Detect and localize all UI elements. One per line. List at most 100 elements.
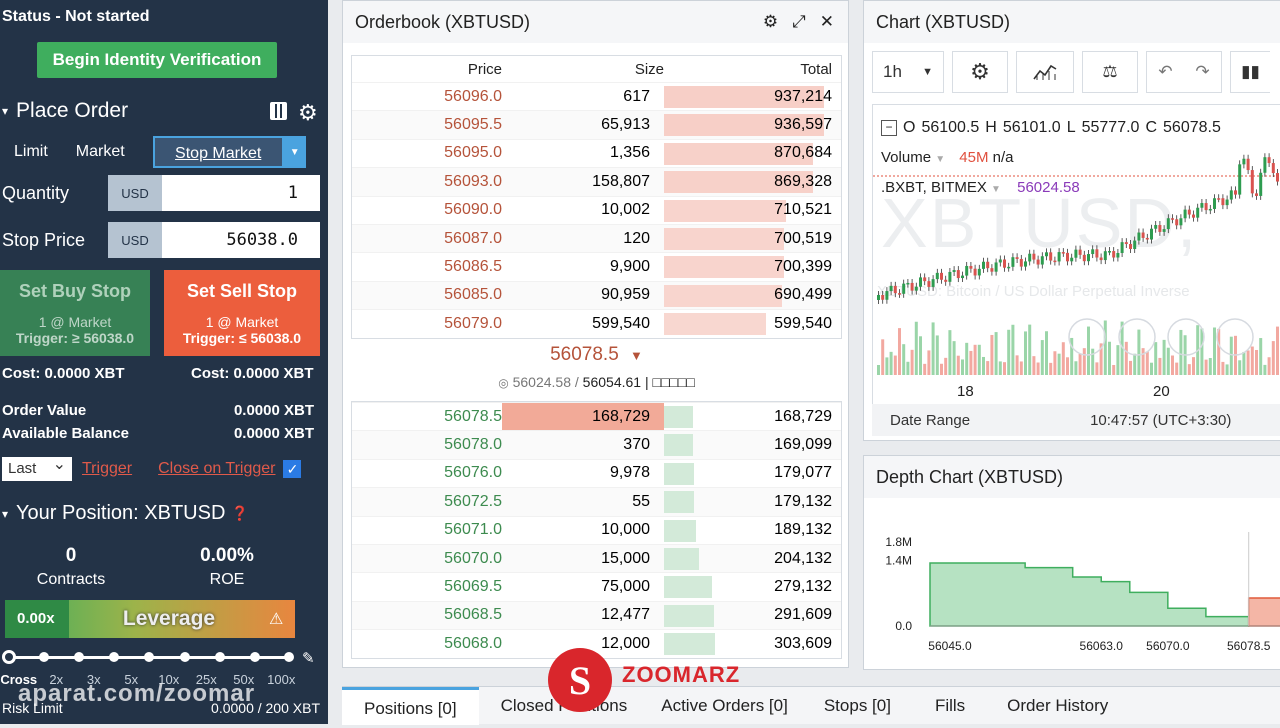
ask-row[interactable]: 56095.0 1,356 870,684 (352, 138, 841, 167)
row-price[interactable]: 56069.5 (352, 578, 502, 596)
row-price[interactable]: 56068.5 (352, 606, 502, 624)
chart-title: Chart (XBTUSD) (864, 1, 1280, 43)
candle (969, 265, 973, 269)
row-price[interactable]: 56090.0 (352, 201, 502, 219)
tab-fills[interactable]: Fills (915, 687, 985, 725)
price-chart[interactable]: XBTUSD, XBTUSD: Bitcoin / US Dollar Perp… (872, 104, 1280, 404)
order-value-label: Order Value (2, 402, 87, 419)
slider-stop[interactable] (180, 652, 190, 662)
row-price[interactable]: 56072.5 (352, 493, 502, 511)
close-on-trigger-checkbox[interactable]: ✓ (283, 460, 302, 478)
volume-bar (1112, 364, 1116, 375)
ask-row[interactable]: 56086.5 9,900 700,399 (352, 252, 841, 280)
ask-row[interactable]: 56087.0 120 700,519 (352, 223, 841, 253)
ask-row[interactable]: 56085.0 90,959 690,499 (352, 280, 841, 310)
row-price[interactable]: 56095.5 (352, 116, 502, 134)
tab-limit[interactable]: Limit (0, 136, 62, 168)
edit-icon[interactable]: ✎ (302, 649, 315, 667)
close-icon[interactable]: ✕ (820, 12, 834, 32)
candle (1263, 157, 1267, 173)
tab-stop-market[interactable]: Stop Market (152, 136, 284, 168)
depth-chart[interactable]: 1.8M 1.4M 0.0 56045.0 56063.0 56070.0 56078.5 (864, 498, 1280, 668)
slider-stop[interactable] (250, 652, 260, 662)
stop-price-input[interactable]: 56038.0 (162, 222, 320, 258)
ask-row[interactable]: 56090.0 10,002 710,521 (352, 195, 841, 224)
candle (1187, 209, 1191, 215)
slider-stop[interactable] (109, 652, 119, 662)
close-on-trigger-link[interactable]: Close on Trigger (158, 460, 275, 478)
slider-stop[interactable] (284, 652, 294, 662)
row-total: 870,684 (664, 140, 840, 167)
begin-verification-button[interactable]: Begin Identity Verification (37, 42, 277, 78)
gear-icon[interactable]: ⚙ (298, 100, 318, 126)
set-buy-stop-button[interactable]: Set Buy Stop 1 @ Market Trigger: ≥ 56038… (0, 270, 150, 356)
chart-settings-button[interactable]: ⚙ (952, 51, 1008, 93)
calculator-icon[interactable] (270, 102, 287, 120)
slider-stop[interactable] (215, 652, 225, 662)
compare-button[interactable]: ⚖ (1082, 51, 1138, 93)
row-price[interactable]: 56078.0 (352, 436, 502, 454)
ask-row[interactable]: 56093.0 158,807 869,328 (352, 167, 841, 196)
tab-order-history[interactable]: Order History (985, 687, 1130, 725)
row-price[interactable]: 56087.0 (352, 230, 502, 248)
row-size: 65,913 (502, 111, 664, 138)
bid-row[interactable]: 56072.5 55 179,132 (352, 487, 841, 516)
row-price[interactable]: 56071.0 (352, 521, 502, 539)
ask-row[interactable]: 56095.5 65,913 936,597 (352, 110, 841, 139)
tab-positions[interactable]: Positions [0] (342, 687, 479, 725)
row-total-value: 189,132 (774, 521, 832, 539)
row-price[interactable]: 56093.0 (352, 173, 502, 191)
row-price[interactable]: 56096.0 (352, 88, 502, 106)
tab-active-orders[interactable]: Active Orders [0] (649, 687, 800, 725)
tab-market[interactable]: Market (62, 136, 139, 168)
candle (1015, 257, 1019, 259)
zoom-out-button[interactable] (1118, 318, 1156, 356)
candle (910, 282, 914, 291)
slider-stop[interactable] (144, 652, 154, 662)
place-order-header[interactable]: ▾ Place Order (0, 99, 128, 123)
undo-icon[interactable]: ↶ (1158, 62, 1172, 82)
collapse-icon[interactable]: − (881, 120, 897, 136)
row-price[interactable]: 56076.0 (352, 464, 502, 482)
slider-stop[interactable] (39, 652, 49, 662)
redo-icon[interactable]: ↷ (1195, 62, 1209, 82)
slider-stop[interactable] (74, 652, 84, 662)
trigger-price-select[interactable]: Last (2, 453, 72, 481)
bid-row[interactable]: 56078.5 168,729 168,729 (352, 402, 841, 431)
row-price[interactable]: 56078.5 (352, 408, 502, 426)
row-size: 168,729 (502, 403, 664, 431)
expand-icon[interactable]: ⤢ (792, 12, 806, 32)
ask-row[interactable]: 56096.0 617 937,214 (352, 82, 841, 110)
tab-stops[interactable]: Stops [0] (800, 687, 915, 725)
bid-row[interactable]: 56069.5 75,000 279,132 (352, 572, 841, 600)
gear-icon[interactable]: ⚙ (763, 12, 778, 32)
row-price[interactable]: 56085.0 (352, 286, 502, 304)
row-price[interactable]: 56086.5 (352, 258, 502, 276)
quantity-input[interactable]: 1 (162, 175, 320, 211)
candle (1112, 251, 1116, 258)
row-size-value: 1,356 (609, 144, 650, 162)
row-price[interactable]: 56068.0 (352, 635, 502, 653)
row-price[interactable]: 56079.0 (352, 315, 502, 333)
bid-row[interactable]: 56071.0 10,000 189,132 (352, 515, 841, 544)
row-price[interactable]: 56095.0 (352, 144, 502, 162)
trigger-link[interactable]: Trigger (82, 460, 132, 478)
position-header[interactable]: ▾ Your Position: XBTUSD ❓ (0, 502, 249, 525)
chart-type-button[interactable]: ▮▮ (1230, 51, 1270, 93)
date-range-button[interactable]: Date Range (890, 412, 970, 429)
indicators-button[interactable] (1016, 51, 1074, 93)
row-price[interactable]: 56070.0 (352, 550, 502, 568)
leverage-bar[interactable]: 0.00x Leverage ⚠ (5, 600, 295, 638)
bid-row[interactable]: 56070.0 15,000 204,132 (352, 543, 841, 573)
order-type-dropdown[interactable]: ▼ (283, 136, 306, 168)
bid-row[interactable]: 56068.5 12,477 291,609 (352, 600, 841, 630)
help-icon[interactable]: ❓ (231, 505, 248, 522)
bid-row[interactable]: 56078.0 370 169,099 (352, 430, 841, 459)
set-sell-stop-button[interactable]: Set Sell Stop 1 @ Market Trigger: ≤ 5603… (164, 270, 320, 356)
bid-row[interactable]: 56076.0 9,978 179,077 (352, 458, 841, 487)
candle (961, 275, 964, 279)
ask-row[interactable]: 56079.0 599,540 599,540 (352, 309, 841, 337)
leverage-slider[interactable] (2, 650, 294, 664)
slider-handle[interactable] (2, 650, 16, 664)
interval-select[interactable]: 1h ▼ (872, 51, 944, 93)
